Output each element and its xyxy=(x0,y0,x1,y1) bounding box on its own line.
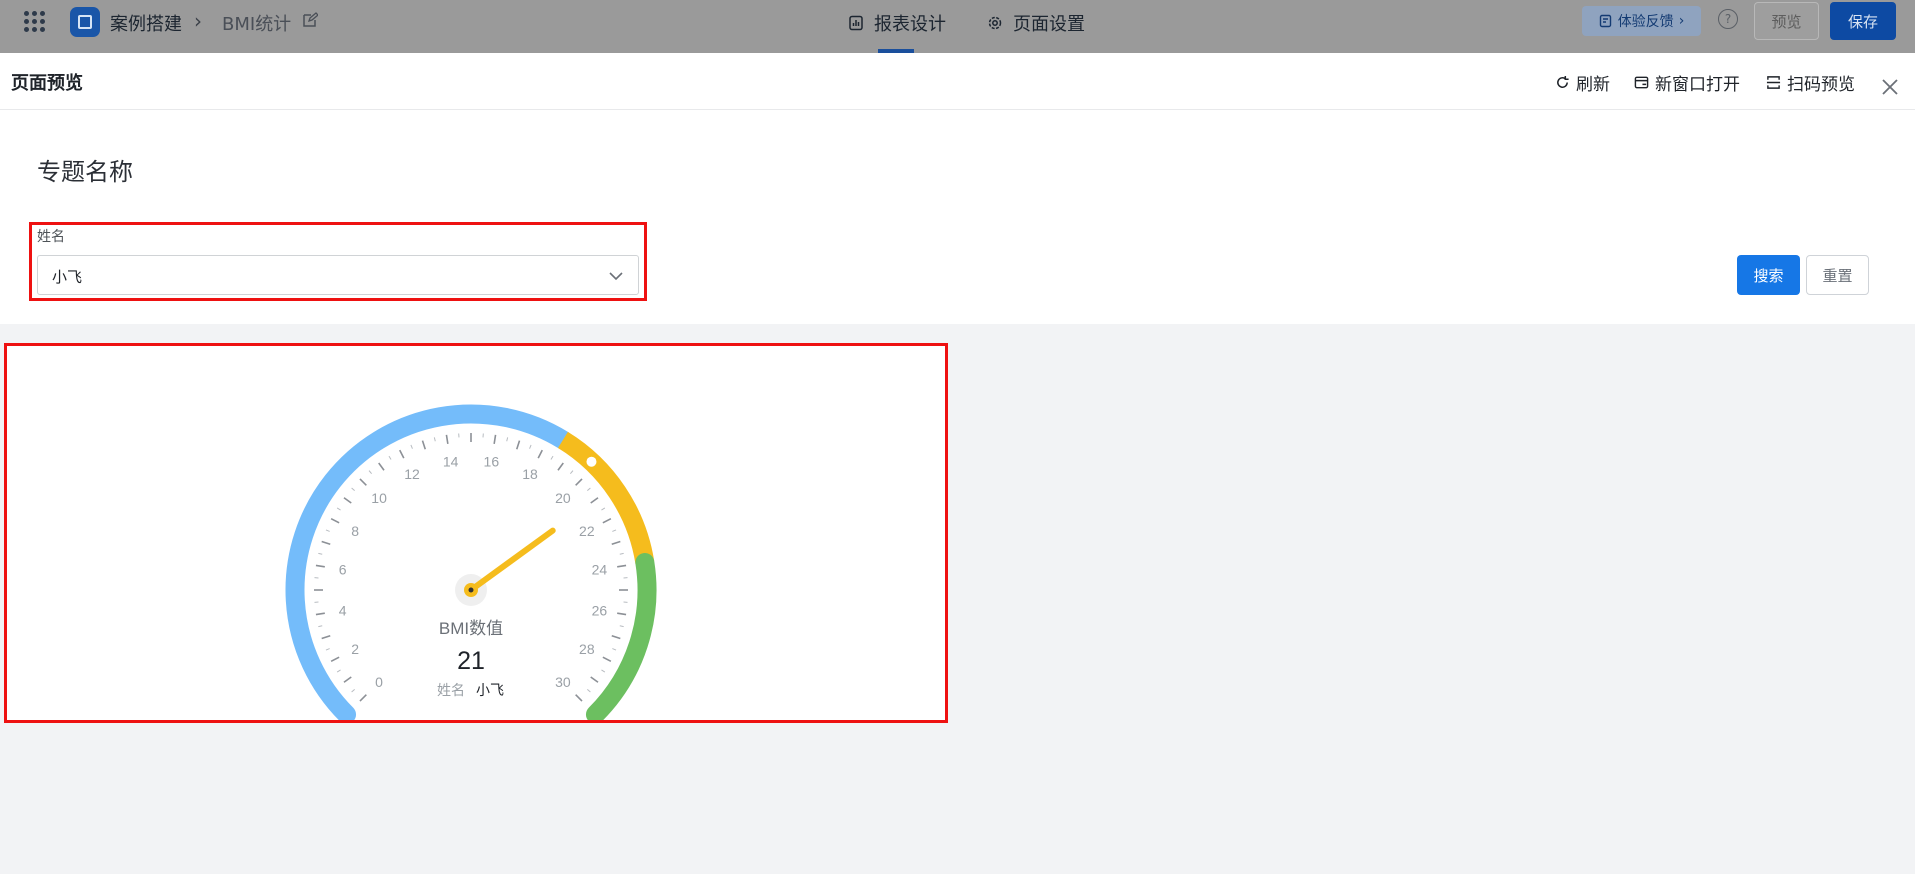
top-bar: 案例搭建 › BMI统计 报表设计 页面设置 体验反馈 › ? 预览 保存 xyxy=(0,0,1915,53)
save-button[interactable]: 保存 xyxy=(1830,2,1896,40)
apps-grid-icon[interactable] xyxy=(24,11,46,33)
app-logo-icon[interactable] xyxy=(70,7,100,37)
help-icon[interactable]: ? xyxy=(1718,9,1738,29)
highlight-frame-filter xyxy=(29,222,647,301)
tab-report-design[interactable]: 报表设计 xyxy=(848,10,946,36)
highlight-frame-chart xyxy=(4,343,948,723)
breadcrumb-project[interactable]: 案例搭建 xyxy=(110,10,182,36)
gear-icon xyxy=(988,16,1002,30)
tab-label: 页面设置 xyxy=(1013,14,1085,35)
tab-label: 报表设计 xyxy=(874,14,946,35)
preview-drawer-header: 页面预览 刷新 新窗口打开 扫码预览 xyxy=(0,53,1915,110)
preview-button[interactable]: 预览 xyxy=(1754,2,1819,40)
breadcrumb-report[interactable]: BMI统计 xyxy=(222,10,291,36)
open-new-window-label: 新窗口打开 xyxy=(1655,75,1740,95)
scan-preview-label: 扫码预览 xyxy=(1787,75,1855,95)
report-icon xyxy=(849,15,863,31)
chevron-right-icon: › xyxy=(194,9,202,33)
qrcode-icon xyxy=(1766,76,1781,89)
search-button[interactable]: 搜索 xyxy=(1737,255,1800,295)
drawer-title: 页面预览 xyxy=(11,73,83,94)
scan-preview-button[interactable]: 扫码预览 xyxy=(1766,70,1855,95)
tab-page-settings[interactable]: 页面设置 xyxy=(987,10,1085,36)
refresh-label: 刷新 xyxy=(1576,75,1610,95)
close-icon[interactable] xyxy=(1881,78,1899,96)
feedback-label: 体验反馈 xyxy=(1617,14,1674,30)
reset-button[interactable]: 重置 xyxy=(1806,255,1869,295)
refresh-button[interactable]: 刷新 xyxy=(1555,70,1610,95)
refresh-icon xyxy=(1557,75,1569,88)
edit-icon[interactable] xyxy=(302,12,318,28)
chevron-right-icon: › xyxy=(1678,13,1685,29)
new-window-icon xyxy=(1634,76,1649,89)
feedback-icon xyxy=(1599,14,1611,28)
topic-title: 专题名称 xyxy=(37,158,133,186)
open-new-window-button[interactable]: 新窗口打开 xyxy=(1634,70,1740,95)
feedback-button[interactable]: 体验反馈 › xyxy=(1582,6,1701,36)
